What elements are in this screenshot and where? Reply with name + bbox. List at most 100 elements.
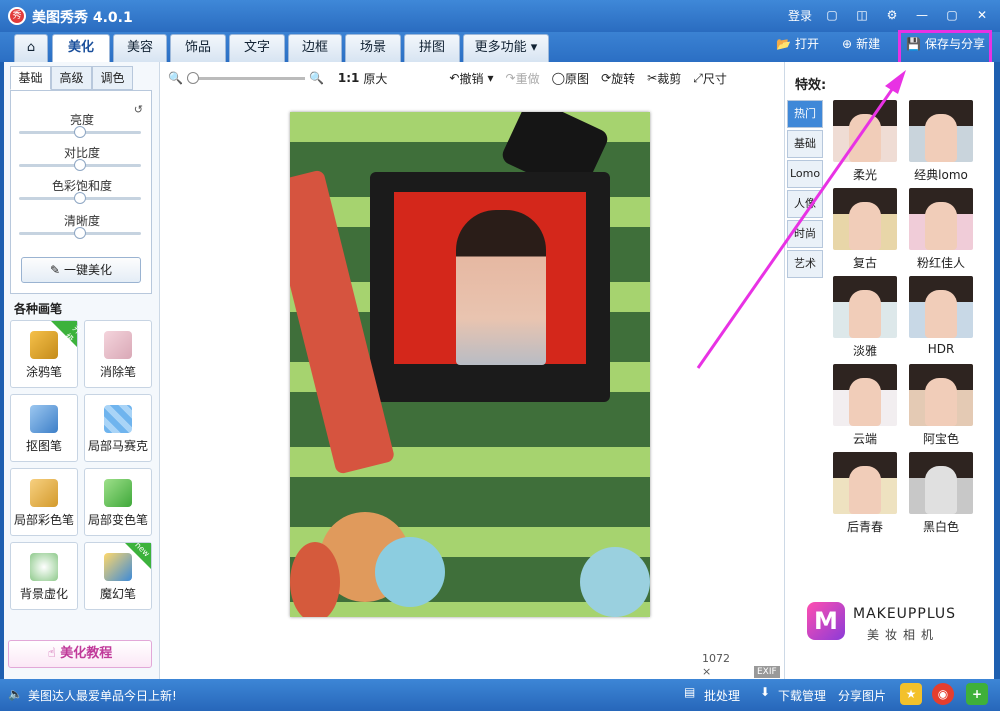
makeupplus-logo: M: [807, 602, 845, 640]
zoom-out-icon[interactable]: 🔍: [168, 71, 183, 85]
original-icon: ◯: [551, 71, 566, 85]
size-button[interactable]: 尺寸: [703, 70, 727, 87]
share-button[interactable]: 分享图片: [838, 687, 886, 704]
undo-dropdown-icon[interactable]: ▾: [488, 71, 494, 85]
brightness-slider[interactable]: [19, 126, 141, 138]
effect-label: 云端: [852, 432, 877, 446]
pen-local-color[interactable]: 局部彩色笔: [10, 468, 78, 536]
left-panel: 基础 高级 调色 ↺ 亮度 对比度 色彩饱和度 清晰度 ✎ 一键美化 各种画笔 …: [4, 62, 160, 679]
download-button[interactable]: 下载管理: [778, 687, 826, 704]
pen-label: 局部马赛克: [87, 439, 148, 453]
effect-thumbnail[interactable]: [833, 452, 897, 514]
effect-thumbnail[interactable]: [909, 188, 973, 250]
weibo-icon[interactable]: ◉: [932, 683, 954, 705]
effect-thumbnail[interactable]: [833, 188, 897, 250]
subtab-color[interactable]: 调色: [92, 66, 133, 90]
exif-button[interactable]: EXIF: [754, 665, 780, 678]
tab-scene[interactable]: 场景: [345, 34, 401, 62]
home-tab[interactable]: ⌂: [14, 34, 48, 62]
original-size-button[interactable]: 原大: [363, 70, 387, 87]
tab-collage[interactable]: 拼图: [404, 34, 460, 62]
home-icon: ⌂: [26, 40, 36, 55]
fx-cat-art[interactable]: 艺术: [787, 250, 823, 278]
rotate-icon: ⟳: [601, 71, 612, 85]
open-button[interactable]: 📂 打开: [776, 35, 819, 52]
pen-magic[interactable]: 魔幻笔 new: [84, 540, 152, 610]
pen-cutout[interactable]: 抠图笔: [10, 394, 78, 462]
star-icon[interactable]: ★: [900, 683, 922, 705]
subtab-advanced[interactable]: 高级: [51, 66, 92, 90]
effect-label: 经典lomo: [914, 168, 968, 182]
add-icon[interactable]: +: [966, 683, 988, 705]
tab-more-label: 更多功能: [474, 40, 527, 55]
maximize-icon[interactable]: ▢: [942, 6, 962, 24]
brightness-knob[interactable]: [74, 126, 86, 138]
subtab-basic[interactable]: 基础: [10, 66, 51, 90]
tab-beauty[interactable]: 美容: [113, 34, 167, 62]
login-link[interactable]: 登录: [788, 7, 812, 24]
tab-border[interactable]: 边框: [288, 34, 342, 62]
pen-doodle[interactable]: 涂鸦笔 升级: [10, 320, 83, 388]
effect-thumbnail[interactable]: [833, 364, 897, 426]
effect-label: 淡雅: [852, 344, 877, 358]
paint-bucket-icon: [104, 479, 132, 507]
color-brush-icon: [30, 479, 58, 507]
crop-button[interactable]: 裁剪: [657, 70, 681, 87]
zoom-in-icon[interactable]: 🔍: [309, 71, 324, 85]
sharpness-slider[interactable]: [19, 227, 141, 239]
minimize-icon[interactable]: —: [912, 6, 932, 24]
app-title: 美图秀秀 4.0.1: [32, 10, 133, 26]
new-button[interactable]: ⊕ 新建: [842, 35, 880, 52]
tab-accessories[interactable]: 饰品: [170, 34, 226, 62]
fx-cat-hot[interactable]: 热门: [787, 100, 823, 128]
mosaic-icon: [104, 405, 132, 433]
status-bar: 🔈 美图达人最爱单品今日上新! ▤ 批处理 ⬇ 下载管理 分享图片 ★ ◉ +: [0, 679, 1000, 711]
skin-icon[interactable]: ◫: [852, 6, 872, 24]
undo-button[interactable]: 撤销: [459, 70, 483, 87]
portrait: [456, 210, 546, 365]
effects-title: 特效:: [795, 78, 827, 93]
sharpness-knob[interactable]: [74, 227, 86, 239]
fx-cat-lomo[interactable]: Lomo: [787, 160, 823, 188]
tab-more[interactable]: 更多功能 ▾: [463, 34, 549, 62]
pen-label: 魔幻笔: [99, 587, 136, 601]
settings-icon[interactable]: ⚙: [882, 6, 902, 24]
effect-thumbnail[interactable]: [909, 276, 973, 338]
effect-thumbnail[interactable]: [909, 100, 973, 162]
effect-thumbnail[interactable]: [833, 276, 897, 338]
contrast-knob[interactable]: [74, 159, 86, 171]
pen-blur-background[interactable]: 背景虚化: [10, 542, 78, 610]
photo-frame: [370, 172, 610, 402]
news-message[interactable]: 美图达人最爱单品今日上新!: [28, 687, 177, 704]
undo-icon: ↶: [449, 71, 460, 85]
adjust-panel: ↺ 亮度 对比度 色彩饱和度 清晰度 ✎ 一键美化: [10, 90, 152, 294]
saturation-knob[interactable]: [74, 192, 86, 204]
fx-cat-basic[interactable]: 基础: [787, 130, 823, 158]
effect-thumbnail[interactable]: [909, 364, 973, 426]
edited-photo[interactable]: [290, 112, 650, 617]
tutorial-button[interactable]: ☝ 美化教程: [8, 640, 152, 668]
saturation-slider[interactable]: [19, 192, 141, 204]
tab-beautify[interactable]: 美化: [52, 34, 110, 62]
effect-label: 复古: [852, 256, 877, 270]
zoom-slider[interactable]: [186, 71, 305, 84]
message-icon[interactable]: ▢: [822, 6, 842, 24]
tab-text[interactable]: 文字: [229, 34, 285, 62]
effect-thumbnail[interactable]: [833, 100, 897, 162]
makeupplus-ad[interactable]: M MAKEUPPLUS 美妆相机: [797, 572, 985, 676]
batch-button[interactable]: 批处理: [704, 687, 740, 704]
contrast-slider[interactable]: [19, 159, 141, 171]
effect-thumbnail[interactable]: [909, 452, 973, 514]
rotate-button[interactable]: 旋转: [611, 70, 635, 87]
fx-cat-fashion[interactable]: 时尚: [787, 220, 823, 248]
pen-recolor[interactable]: 局部变色笔: [84, 468, 152, 536]
original-button[interactable]: 原图: [565, 70, 589, 87]
pen-mosaic[interactable]: 局部马赛克: [84, 394, 152, 462]
zoom-knob[interactable]: [186, 71, 199, 84]
pen-eraser[interactable]: 消除笔: [84, 320, 152, 388]
redo-button[interactable]: 重做: [516, 70, 540, 87]
ratio-label[interactable]: 1:1: [338, 71, 360, 85]
one-click-beautify-button[interactable]: ✎ 一键美化: [21, 257, 141, 283]
fx-cat-portrait[interactable]: 人像: [787, 190, 823, 218]
close-icon[interactable]: ✕: [972, 6, 992, 24]
